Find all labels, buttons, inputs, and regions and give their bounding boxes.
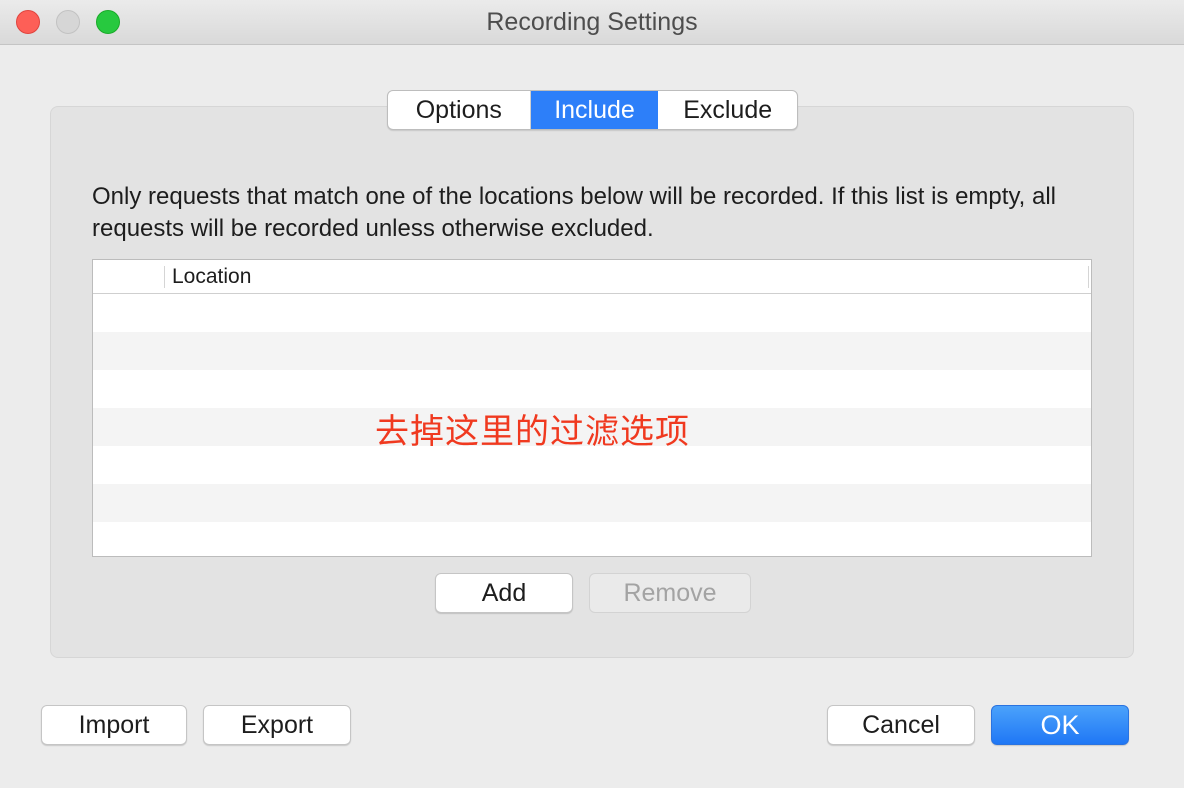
table-header: Location	[93, 260, 1091, 294]
include-description: Only requests that match one of the loca…	[92, 183, 1057, 242]
import-button[interactable]: Import	[41, 705, 187, 745]
remove-location-button[interactable]: Remove	[589, 573, 751, 613]
cancel-button[interactable]: Cancel	[827, 705, 975, 745]
tab-exclude[interactable]: Exclude	[658, 91, 797, 129]
table-row-empty	[93, 484, 1091, 522]
table-row-empty	[93, 522, 1091, 556]
annotation-text: 去掉这里的过滤选项	[375, 412, 690, 452]
window-title: Recording Settings	[486, 8, 698, 36]
table-row-empty	[93, 294, 1091, 332]
table-row-empty	[93, 332, 1091, 370]
export-button[interactable]: Export	[203, 705, 351, 745]
tab-include[interactable]: Include	[530, 91, 659, 129]
add-location-button[interactable]: Add	[435, 573, 573, 613]
column-separator[interactable]	[1088, 266, 1089, 288]
ok-button[interactable]: OK	[991, 705, 1129, 745]
column-header-location[interactable]: Location	[172, 260, 251, 293]
settings-tab-bar: Options Include Exclude	[387, 90, 798, 130]
title-bar: Recording Settings	[0, 0, 1184, 45]
tab-options[interactable]: Options	[388, 91, 531, 129]
table-row-empty	[93, 370, 1091, 408]
column-separator[interactable]	[164, 266, 165, 288]
